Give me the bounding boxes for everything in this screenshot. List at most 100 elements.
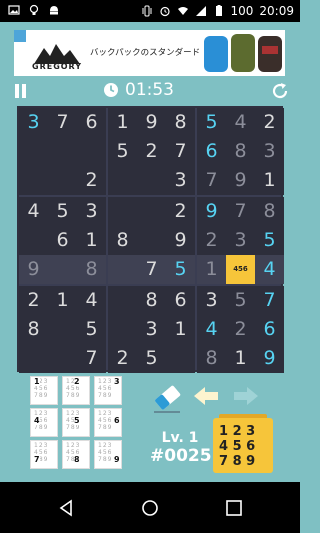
grid-cell[interactable] <box>19 344 48 373</box>
note-tile[interactable]: 123 456 789 9 <box>94 440 122 469</box>
ad-choices-icon[interactable] <box>14 30 26 42</box>
memo-keypad-button[interactable]: 1 2 3 4 5 6 7 8 9 <box>213 418 273 473</box>
grid-cell[interactable]: 9 <box>226 166 255 195</box>
grid-cell[interactable]: 9 <box>166 226 195 255</box>
note-tile[interactable]: 123 456 789 6 <box>94 408 122 437</box>
grid-cell[interactable]: 7 <box>255 286 284 315</box>
grid-cell[interactable]: 7 <box>197 166 226 195</box>
recents-icon[interactable] <box>225 499 243 517</box>
grid-cell[interactable]: 7 <box>166 137 195 166</box>
pause-button[interactable] <box>14 84 28 100</box>
note-tile[interactable]: 1234567895 <box>62 408 90 437</box>
grid-cell[interactable]: 5 <box>197 108 226 137</box>
grid-cell[interactable]: 3 <box>226 226 255 255</box>
ad-banner[interactable]: GREGORY バックパックのスタンダード <box>14 30 285 76</box>
grid-cell[interactable]: 8 <box>166 108 195 137</box>
grid-cell[interactable]: 6 <box>197 137 226 166</box>
grid-cell[interactable] <box>48 315 77 344</box>
grid-cell[interactable]: 1 <box>108 108 137 137</box>
restart-icon[interactable] <box>270 81 290 101</box>
grid-cell[interactable]: 7 <box>77 344 106 373</box>
grid-cell[interactable]: 6 <box>77 108 106 137</box>
note-tile[interactable]: 1234567898 <box>62 440 90 469</box>
grid-cell[interactable]: 6 <box>166 286 195 315</box>
grid-cell[interactable]: 4 <box>77 286 106 315</box>
grid-cell[interactable] <box>19 226 48 255</box>
grid-cell[interactable] <box>108 315 137 344</box>
selected-cell[interactable]: 456 <box>226 255 255 284</box>
eraser-icon[interactable] <box>150 380 186 416</box>
grid-cell[interactable]: 7 <box>48 108 77 137</box>
grid-cell[interactable]: 4 <box>19 197 48 226</box>
grid-cell[interactable]: 3 <box>19 108 48 137</box>
grid-cell[interactable]: 8 <box>255 197 284 226</box>
grid-cell[interactable] <box>137 197 166 226</box>
grid-cell[interactable]: 2 <box>166 197 195 226</box>
grid-cell[interactable]: 2 <box>108 344 137 373</box>
grid-cell[interactable]: 3 <box>77 197 106 226</box>
grid-cell[interactable] <box>19 166 48 195</box>
note-tile[interactable]: 1234567892 <box>62 376 90 405</box>
grid-cell[interactable]: 1 <box>48 286 77 315</box>
grid-cell[interactable] <box>108 286 137 315</box>
grid-cell[interactable]: 3 <box>197 286 226 315</box>
grid-cell[interactable]: 8 <box>77 255 106 284</box>
grid-cell[interactable]: 2 <box>77 166 106 195</box>
grid-cell[interactable]: 6 <box>48 226 77 255</box>
grid-cell[interactable]: 5 <box>255 226 284 255</box>
grid-cell[interactable] <box>137 226 166 255</box>
home-icon[interactable] <box>141 499 159 517</box>
undo-arrow-icon[interactable] <box>192 384 220 408</box>
back-icon[interactable] <box>57 499 75 517</box>
grid-cell[interactable]: 5 <box>166 255 195 284</box>
grid-cell[interactable] <box>19 137 48 166</box>
grid-cell[interactable]: 8 <box>137 286 166 315</box>
grid-cell[interactable]: 3 <box>137 315 166 344</box>
grid-cell[interactable] <box>137 166 166 195</box>
grid-cell[interactable]: 2 <box>255 108 284 137</box>
note-tile[interactable]: 123 456 789 7 <box>30 440 58 469</box>
grid-cell[interactable]: 5 <box>108 137 137 166</box>
grid-cell[interactable]: 5 <box>137 344 166 373</box>
grid-cell[interactable] <box>166 344 195 373</box>
grid-cell[interactable]: 2 <box>137 137 166 166</box>
note-tile[interactable]: 123 456 789 4 <box>30 408 58 437</box>
redo-arrow-icon[interactable] <box>232 384 260 408</box>
grid-cell[interactable]: 3 <box>255 137 284 166</box>
grid-cell[interactable]: 7 <box>137 255 166 284</box>
note-tile[interactable]: 123 456 789 1 <box>30 376 58 405</box>
grid-cell[interactable]: 4 <box>255 255 284 284</box>
grid-cell[interactable] <box>48 344 77 373</box>
grid-cell[interactable]: 7 <box>226 197 255 226</box>
grid-cell[interactable] <box>77 137 106 166</box>
grid-cell[interactable]: 4 <box>197 315 226 344</box>
grid-cell[interactable] <box>48 137 77 166</box>
grid-cell[interactable]: 2 <box>226 315 255 344</box>
grid-cell[interactable]: 6 <box>255 315 284 344</box>
grid-cell[interactable] <box>48 166 77 195</box>
grid-cell[interactable]: 2 <box>197 226 226 255</box>
grid-cell[interactable] <box>48 255 77 284</box>
grid-cell[interactable] <box>108 166 137 195</box>
grid-cell[interactable]: 1 <box>255 166 284 195</box>
grid-cell[interactable]: 5 <box>48 197 77 226</box>
grid-cell[interactable] <box>108 197 137 226</box>
grid-cell[interactable]: 8 <box>197 344 226 373</box>
grid-cell[interactable]: 5 <box>77 315 106 344</box>
grid-cell[interactable]: 8 <box>19 315 48 344</box>
grid-cell[interactable]: 9 <box>137 108 166 137</box>
grid-cell[interactable]: 3 <box>166 166 195 195</box>
grid-cell[interactable]: 1 <box>197 255 226 284</box>
note-tile[interactable]: 123 456 789 3 <box>94 376 122 405</box>
grid-cell[interactable]: 4 <box>226 108 255 137</box>
grid-cell[interactable]: 9 <box>19 255 48 284</box>
grid-cell[interactable]: 8 <box>226 137 255 166</box>
grid-cell[interactable] <box>108 255 137 284</box>
grid-cell[interactable]: 5 <box>226 286 255 315</box>
grid-cell[interactable]: 2 <box>19 286 48 315</box>
grid-cell[interactable]: 8 <box>108 226 137 255</box>
grid-cell[interactable]: 1 <box>77 226 106 255</box>
grid-cell[interactable]: 9 <box>197 197 226 226</box>
grid-cell[interactable]: 1 <box>166 315 195 344</box>
grid-cell[interactable]: 1 <box>226 344 255 373</box>
